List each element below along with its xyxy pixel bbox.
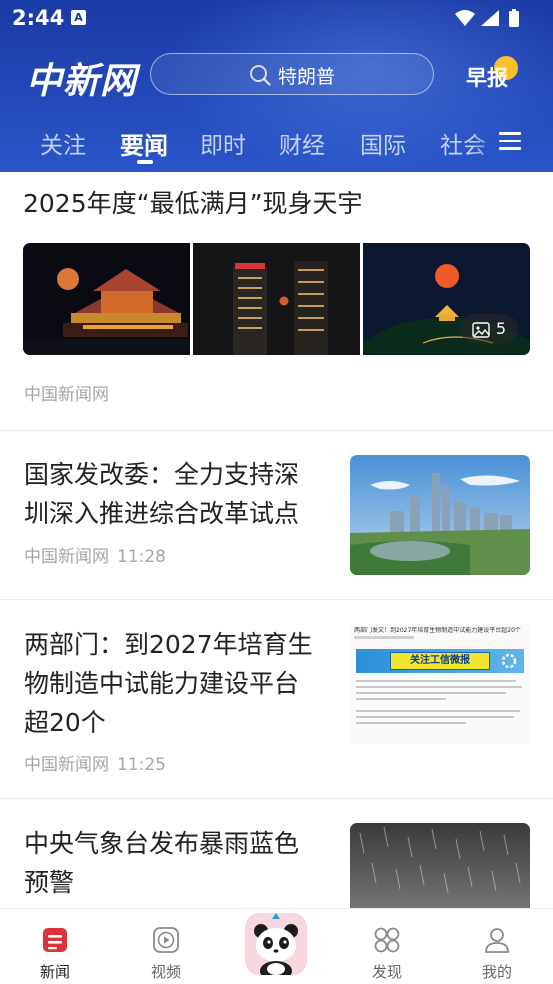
app-logo: 中新网 (26, 60, 138, 102)
news-app-screen: 2:44 A 中新网 特朗普 早报 关注 要闻 即时 财经 国际 社会 2025… (0, 0, 553, 984)
app-header: 2:44 A 中新网 特朗普 早报 关注 要闻 即时 财经 国际 社会 (0, 0, 553, 172)
news-time: 11:28 (117, 547, 166, 567)
doc-title: 两部门发文！到2027年培育生物制造中试能力建设平台超20个 (354, 627, 521, 634)
tab-follow[interactable]: 关注 (40, 126, 86, 160)
status-bar: 2:44 A (0, 0, 553, 36)
news-title: 国家发改委：全力支持深 圳深入推进综合改革试点 (24, 455, 299, 533)
profile-icon (485, 928, 509, 953)
nav-video[interactable]: 视频 (126, 909, 206, 984)
image-count-badge: 5 (459, 314, 518, 344)
panda-mascot-button[interactable] (245, 913, 307, 975)
gear-icon (501, 653, 517, 669)
heavy-rain-thumbnail (350, 823, 530, 908)
news-meta: 中国新闻网 11:25 (24, 750, 166, 775)
news-source: 中国新闻网 (24, 385, 109, 405)
news-title-line: 物制造中试能力建设平台 (24, 669, 300, 698)
news-title: 两部门：到2027年培育生 物制造中试能力建设平台 超20个 (24, 625, 313, 742)
category-tabs: 关注 要闻 即时 财经 国际 社会 (0, 122, 553, 164)
tab-international[interactable]: 国际 (360, 126, 406, 160)
notification-a-icon: A (71, 10, 86, 25)
nav-discover[interactable]: 发现 (347, 909, 427, 984)
bottom-navigation: 新闻 视频 发现 我的 (0, 908, 553, 984)
news-title: 2025年度“最低满月”现身天宇 (23, 189, 363, 218)
news-item-gallery[interactable]: 2025年度“最低满月”现身天宇 5 中国新闻网 (0, 172, 553, 430)
tab-finance[interactable]: 财经 (279, 126, 325, 160)
nav-profile-label: 我的 (481, 963, 512, 981)
news-title-line: 中央气象台发布暴雨蓝色 (24, 829, 300, 858)
nav-discover-label: 发现 (371, 963, 402, 981)
news-title: 中央气象台发布暴雨蓝色 预警 (24, 824, 299, 902)
morning-report-label: 早报 (466, 66, 508, 90)
news-source: 中国新闻网 (24, 547, 109, 567)
news-source: 中国新闻网 (24, 755, 109, 775)
news-time: 11:25 (117, 755, 166, 775)
tab-realtime[interactable]: 即时 (200, 126, 246, 160)
news-item[interactable]: 两部门：到2027年培育生 物制造中试能力建设平台 超20个 中国新闻网 11:2… (0, 600, 553, 798)
video-icon (153, 927, 179, 953)
wifi-icon (455, 10, 475, 26)
nav-video-label: 视频 (150, 963, 181, 981)
news-meta: 中国新闻网 (24, 380, 109, 405)
signal-icon (481, 10, 499, 26)
news-title-line: 国家发改委：全力支持深 (24, 460, 300, 489)
news-meta: 中国新闻网 11:28 (24, 542, 166, 567)
moon-skyscrapers-image (193, 243, 360, 355)
shenzhen-skyline-thumbnail (350, 455, 530, 575)
image-gallery: 5 (23, 243, 530, 355)
news-feed: 2025年度“最低满月”现身天宇 5 中国新闻网 国家发改委：全力支持深 圳深入… (0, 172, 553, 908)
menu-icon[interactable] (499, 132, 521, 152)
document-thumbnail: 两部门发文！到2027年培育生物制造中试能力建设平台超20个 关注工信微报 (350, 624, 530, 744)
discover-icon (374, 927, 400, 953)
search-bar[interactable]: 特朗普 (150, 53, 434, 95)
nav-news-label: 新闻 (39, 963, 70, 981)
news-item[interactable]: 国家发改委：全力支持深 圳深入推进综合改革试点 中国新闻网 11:28 (0, 431, 553, 599)
moon-pagoda-image: 5 (363, 243, 530, 355)
nav-news[interactable]: 新闻 (15, 909, 95, 984)
news-title-line: 预警 (24, 868, 75, 897)
status-icons (455, 9, 519, 27)
nav-profile[interactable]: 我的 (457, 909, 537, 984)
news-item[interactable]: 中央气象台发布暴雨蓝色 预警 (0, 799, 553, 908)
news-title-line: 两部门：到2027年培育生 (24, 630, 313, 659)
doc-banner: 关注工信微报 (356, 649, 524, 673)
news-title-line: 圳深入推进综合改革试点 (24, 499, 300, 528)
news-title-line: 超20个 (24, 708, 106, 737)
status-time: 2:44 (12, 6, 65, 30)
doc-banner-label: 关注工信微报 (390, 652, 490, 670)
news-icon (43, 928, 67, 952)
battery-icon (509, 11, 519, 27)
moon-pavilion-image (23, 243, 190, 355)
search-placeholder: 特朗普 (278, 66, 336, 88)
panda-mascot-icon (254, 913, 298, 975)
search-icon (250, 65, 271, 86)
tab-headlines[interactable]: 要闻 (120, 126, 168, 161)
gallery-icon (472, 322, 490, 338)
active-tab-indicator (137, 160, 153, 164)
image-count: 5 (495, 319, 506, 338)
